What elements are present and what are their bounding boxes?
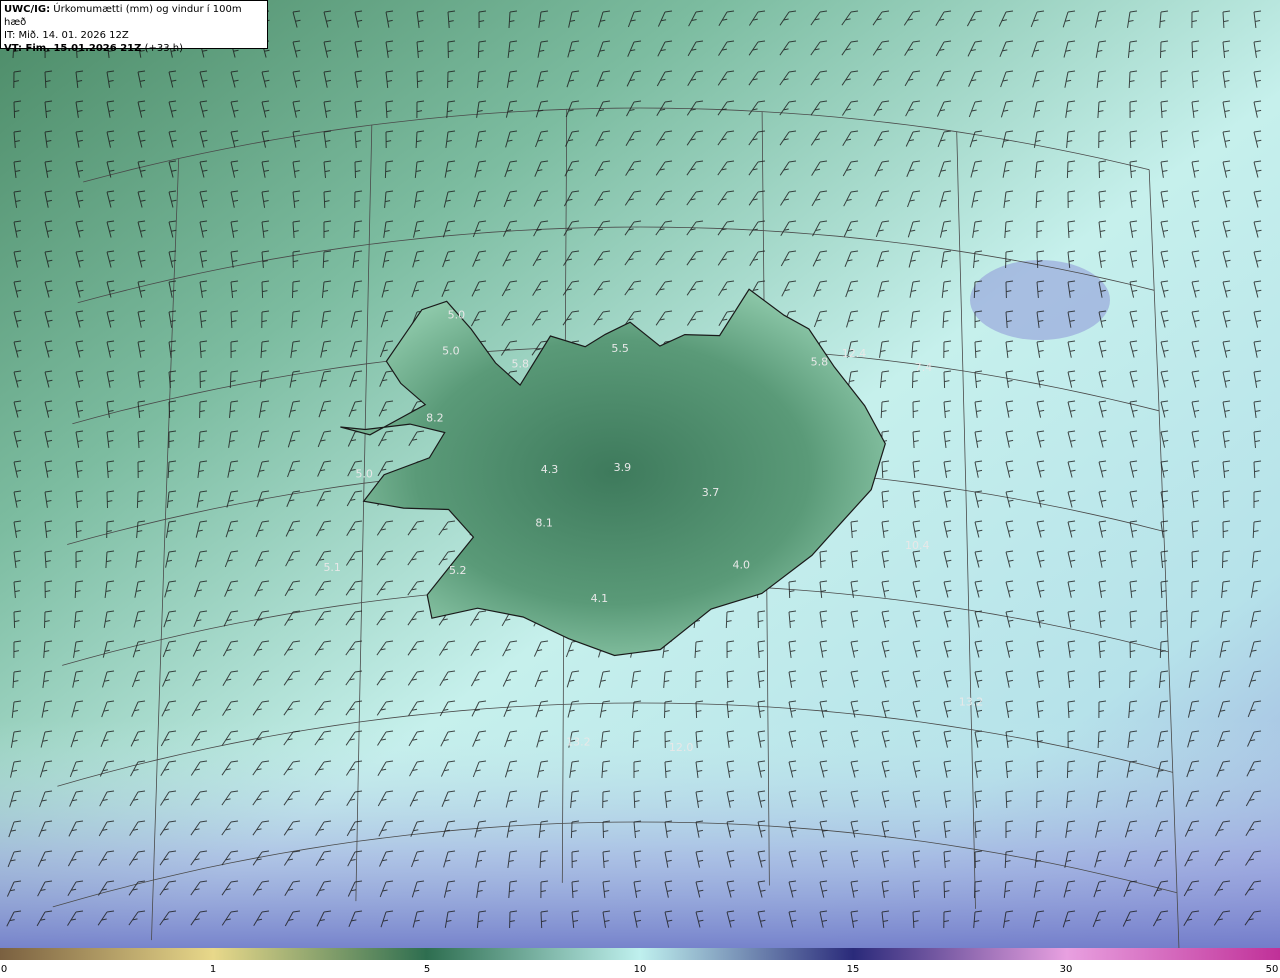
map-legend: UWC/IG: Úrkomumætti (mm) og vindur í 100… xyxy=(0,0,268,54)
precip-label: 5.0 xyxy=(448,308,466,321)
precip-label: 7.4 xyxy=(915,361,933,374)
valid-time-line: VT: Fim. 15.01.2026 21Z (+33 h) xyxy=(4,42,264,55)
precip-label: 5.1 xyxy=(323,561,341,574)
precip-label: 4.0 xyxy=(733,559,751,572)
precip-label: 5.0 xyxy=(442,345,460,358)
valid-offset: (+33 h) xyxy=(144,43,183,54)
colorbar-tick: 0 xyxy=(0,964,8,975)
precip-label: 5.8 xyxy=(811,356,829,369)
precip-label: 12.4 xyxy=(842,347,867,360)
valid-time: VT: Fim. 15.01.2026 21Z xyxy=(4,43,142,54)
colorbar-tick: 5 xyxy=(423,964,431,975)
precip-label: 3.9 xyxy=(614,461,632,474)
model-name: UWC/IG: xyxy=(4,4,51,15)
colorbar-tick: 1 xyxy=(209,964,217,975)
east-precip-blob xyxy=(970,260,1110,340)
precip-label: 4.1 xyxy=(591,592,609,605)
colorbar: 0 1 5 10 15 30 50 xyxy=(0,948,1280,978)
precip-label: 5.2 xyxy=(449,564,467,577)
precip-label: 10.4 xyxy=(905,539,930,552)
precip-label: 5.8 xyxy=(512,357,530,370)
colorbar-tick: 15 xyxy=(846,964,860,975)
precip-label: 8.2 xyxy=(426,412,444,425)
colorbar-strip xyxy=(0,948,1280,960)
map-canvas: 5.0 5.0 5.8 5.5 5.8 12.4 7.4 8.2 5.0 4.3 3.9 3.7 10.… xyxy=(0,0,1280,948)
precip-label: 5.5 xyxy=(611,342,629,355)
init-time: IT: Mið. 14. 01. 2026 12Z xyxy=(4,30,129,41)
precip-label: 8.1 xyxy=(535,517,553,530)
colorbar-tick: 30 xyxy=(1059,964,1073,975)
precip-label: 12.0 xyxy=(669,741,694,754)
precip-label: 13.2 xyxy=(959,696,984,709)
precip-label: 4.3 xyxy=(541,463,559,476)
legend-title-line: UWC/IG: Úrkomumætti (mm) og vindur í 100… xyxy=(4,3,264,29)
colorbar-tick: 10 xyxy=(633,964,647,975)
precip-label: 13.2 xyxy=(566,736,591,749)
colorbar-tick: 50 xyxy=(1265,964,1279,975)
precip-label: 3.7 xyxy=(702,486,720,499)
precip-label: 5.0 xyxy=(355,467,373,480)
